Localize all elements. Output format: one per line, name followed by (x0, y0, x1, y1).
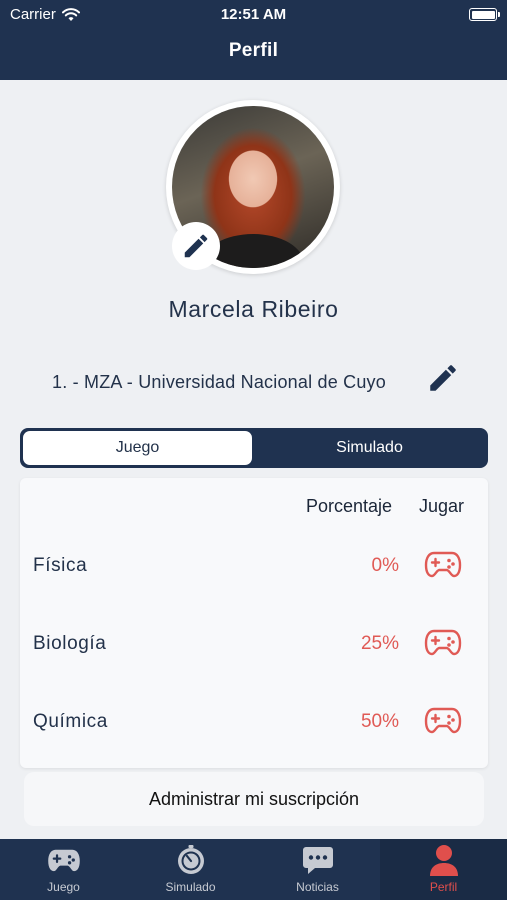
stopwatch-icon (177, 845, 204, 874)
mode-segmented-control: Juego Simulado (20, 428, 488, 468)
segment-juego[interactable]: Juego (23, 431, 252, 465)
gamepad-icon (424, 629, 462, 656)
edit-avatar-button[interactable] (172, 222, 220, 270)
pencil-icon (430, 365, 456, 391)
subject-row: Biología 25% (20, 621, 488, 667)
subject-percent: 25% (360, 633, 399, 654)
navigation-header: Carrier 12:51 AM Perfil (0, 0, 507, 80)
user-icon (429, 845, 458, 876)
gamepad-icon (47, 849, 80, 872)
profile-name: Marcela Ribeiro (168, 296, 339, 322)
gamepad-icon (424, 707, 462, 734)
tab-noticias[interactable]: Noticias (254, 839, 381, 900)
tab-simulado[interactable]: Simulado (127, 839, 254, 900)
manage-subscription-button[interactable]: Administrar mi suscripción (24, 772, 484, 826)
subject-progress-card: Porcentaje Jugar Física 0% Biología 25% (20, 478, 488, 768)
play-button[interactable] (423, 625, 463, 659)
status-bar: Carrier 12:51 AM (0, 0, 507, 30)
percent-column-header: Porcentaje (306, 496, 393, 516)
university-row: 1. - MZA - Universidad Nacional de Cuyo (0, 360, 507, 404)
subject-row: Física 0% (20, 543, 488, 589)
segment-simulado[interactable]: Simulado (255, 431, 484, 465)
tab-label: Perfil (429, 880, 458, 894)
subject-percent: 0% (371, 555, 399, 576)
tab-juego[interactable]: Juego (0, 839, 127, 900)
subject-name: Biología (33, 633, 107, 654)
tab-label: Simulado (165, 880, 216, 894)
battery-icon (469, 8, 500, 21)
play-column-header: Jugar (419, 496, 465, 516)
chat-bubble-icon (302, 847, 333, 874)
tab-perfil[interactable]: Perfil (380, 839, 507, 900)
edit-university-button[interactable] (425, 360, 461, 396)
play-button[interactable] (423, 547, 463, 581)
status-time: 12:51 AM (220, 6, 287, 23)
tab-bar: Juego Simulado Noticias Perfil (0, 839, 507, 900)
tab-label: Juego (47, 880, 80, 894)
page-title: Perfil (228, 40, 279, 61)
pencil-icon (184, 234, 208, 258)
subject-percent: 50% (360, 711, 399, 732)
subject-row: Química 50% (20, 699, 488, 745)
subject-name: Física (33, 555, 88, 576)
subject-name: Química (33, 711, 108, 732)
university-label: 1. - MZA - Universidad Nacional de Cuyo (52, 372, 386, 392)
play-button[interactable] (423, 703, 463, 737)
tab-label: Noticias (296, 880, 339, 894)
gamepad-icon (424, 551, 462, 578)
